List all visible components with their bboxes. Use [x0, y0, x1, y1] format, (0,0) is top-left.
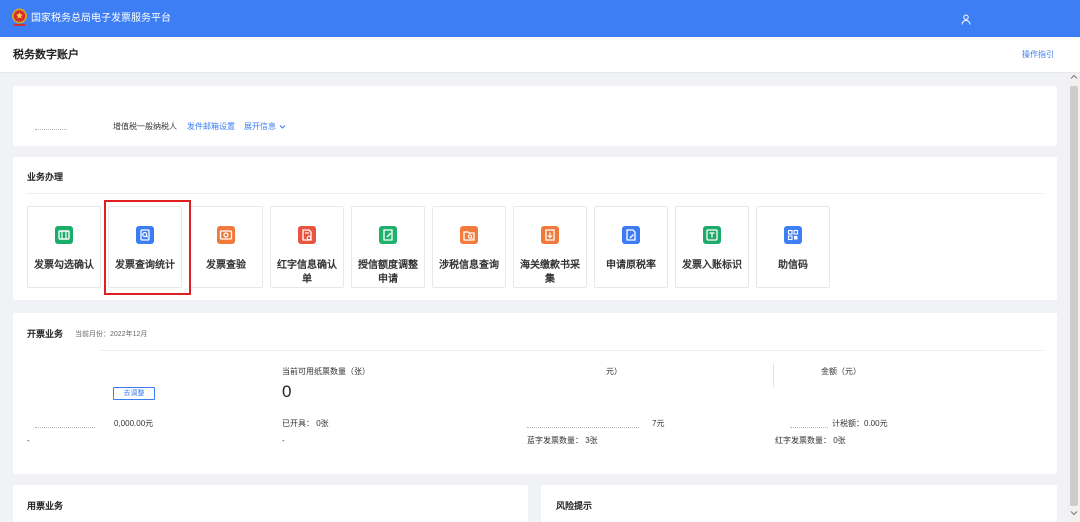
col3-amount: 7元 [652, 419, 665, 428]
scroll-up-icon[interactable] [1070, 74, 1078, 80]
credit-code-icon [784, 226, 802, 244]
tile-label: 涉税信息查询 [439, 260, 499, 271]
page-title: 税务数字账户 [13, 49, 79, 61]
column-separator [773, 363, 774, 387]
tile-invoice-search[interactable]: 发票查询统计 [108, 206, 182, 288]
tile-invoice-verify[interactable]: 发票查验 [189, 206, 263, 288]
national-emblem-icon [12, 8, 27, 26]
tile-bookkeeping-mark[interactable]: 发票入账标识 [675, 206, 749, 288]
scroll-down-icon[interactable] [1070, 510, 1078, 516]
invoice-check-icon [55, 226, 73, 244]
red-invoice-count: 红字发票数量： 0张 [775, 436, 846, 445]
invoice-search-icon [136, 226, 154, 244]
credit-adjust-icon [379, 226, 397, 244]
tile-label: 申请原税率 [606, 260, 656, 271]
bookkeeping-mark-icon [703, 226, 721, 244]
tile-rate-apply[interactable]: 申请原税率 [594, 206, 668, 288]
tile-label: 发票查询统计 [115, 260, 175, 271]
invoicing-card [13, 313, 1057, 474]
rate-apply-icon [622, 226, 640, 244]
invoicing-divider [100, 350, 1043, 351]
tile-red-letter-confirm[interactable]: 红字信息确认单 [270, 206, 344, 288]
customs-collection-icon [541, 226, 559, 244]
masked-label [35, 427, 95, 428]
ticket-business-card [13, 485, 528, 522]
risk-card [541, 485, 1057, 522]
adjust-button[interactable]: 去调整 [113, 387, 155, 400]
col3-header: 元） [606, 367, 622, 376]
issued-count: 已开具： 0张 [282, 419, 329, 428]
mail-settings-link[interactable]: 发件邮箱设置 [187, 122, 235, 132]
col2-footer: - [282, 436, 285, 445]
col4-header: 金额（元） [821, 367, 861, 376]
tax-info-query-icon [460, 226, 478, 244]
sub-header [0, 37, 1080, 73]
ticket-business-title: 用票业务 [27, 501, 64, 511]
blue-invoice-count: 蓝字发票数量： 3张 [527, 436, 598, 445]
masked-label [790, 427, 828, 428]
tile-label: 红字信息确认单 [277, 260, 337, 285]
tile-label: 海关缴款书采集 [520, 260, 580, 285]
scrollbar-thumb[interactable] [1070, 86, 1078, 506]
user-icon[interactable] [961, 14, 971, 25]
expand-info-link[interactable]: 展开信息 [244, 122, 276, 132]
masked-label [527, 427, 639, 428]
risk-title: 风险提示 [556, 501, 593, 511]
taxpayer-type: 增值税一般纳税人 [113, 122, 177, 131]
current-month: 当前月份：2022年12月 [75, 331, 148, 338]
masked-taxpayer-name [35, 129, 67, 130]
tile-invoice-check[interactable]: 发票勾选确认 [27, 206, 101, 288]
business-divider [27, 193, 1043, 194]
col1-footer: - [27, 436, 30, 445]
col4-amount: 计税额：0.00元 [832, 419, 888, 428]
invoice-verify-icon [217, 226, 235, 244]
operation-guide-link[interactable]: 操作指引 [1022, 50, 1054, 60]
business-title: 业务办理 [27, 172, 64, 182]
tile-label: 发票查验 [206, 260, 246, 271]
tile-credit-adjust[interactable]: 授信额度调整申请 [351, 206, 425, 288]
tile-tax-info-query[interactable]: 涉税信息查询 [432, 206, 506, 288]
tile-customs-collection[interactable]: 海关缴款书采集 [513, 206, 587, 288]
chevron-down-icon[interactable] [279, 124, 286, 130]
tile-label: 发票勾选确认 [34, 260, 94, 271]
tile-label: 授信额度调整申请 [358, 260, 418, 285]
paper-invoice-count-value: 0 [282, 382, 292, 401]
tile-label: 发票入账标识 [682, 260, 742, 271]
tile-credit-code[interactable]: 助信码 [756, 206, 830, 288]
taxpayer-info-card [13, 86, 1057, 146]
paper-invoice-count-label: 当前可用纸票数量（张） [282, 367, 370, 376]
red-letter-confirm-icon [298, 226, 316, 244]
col1-amount: 0,000.00元 [114, 419, 154, 428]
platform-title: 国家税务总局电子发票服务平台 [31, 13, 171, 24]
tile-label: 助信码 [778, 260, 808, 271]
invoicing-title: 开票业务 [27, 329, 64, 339]
